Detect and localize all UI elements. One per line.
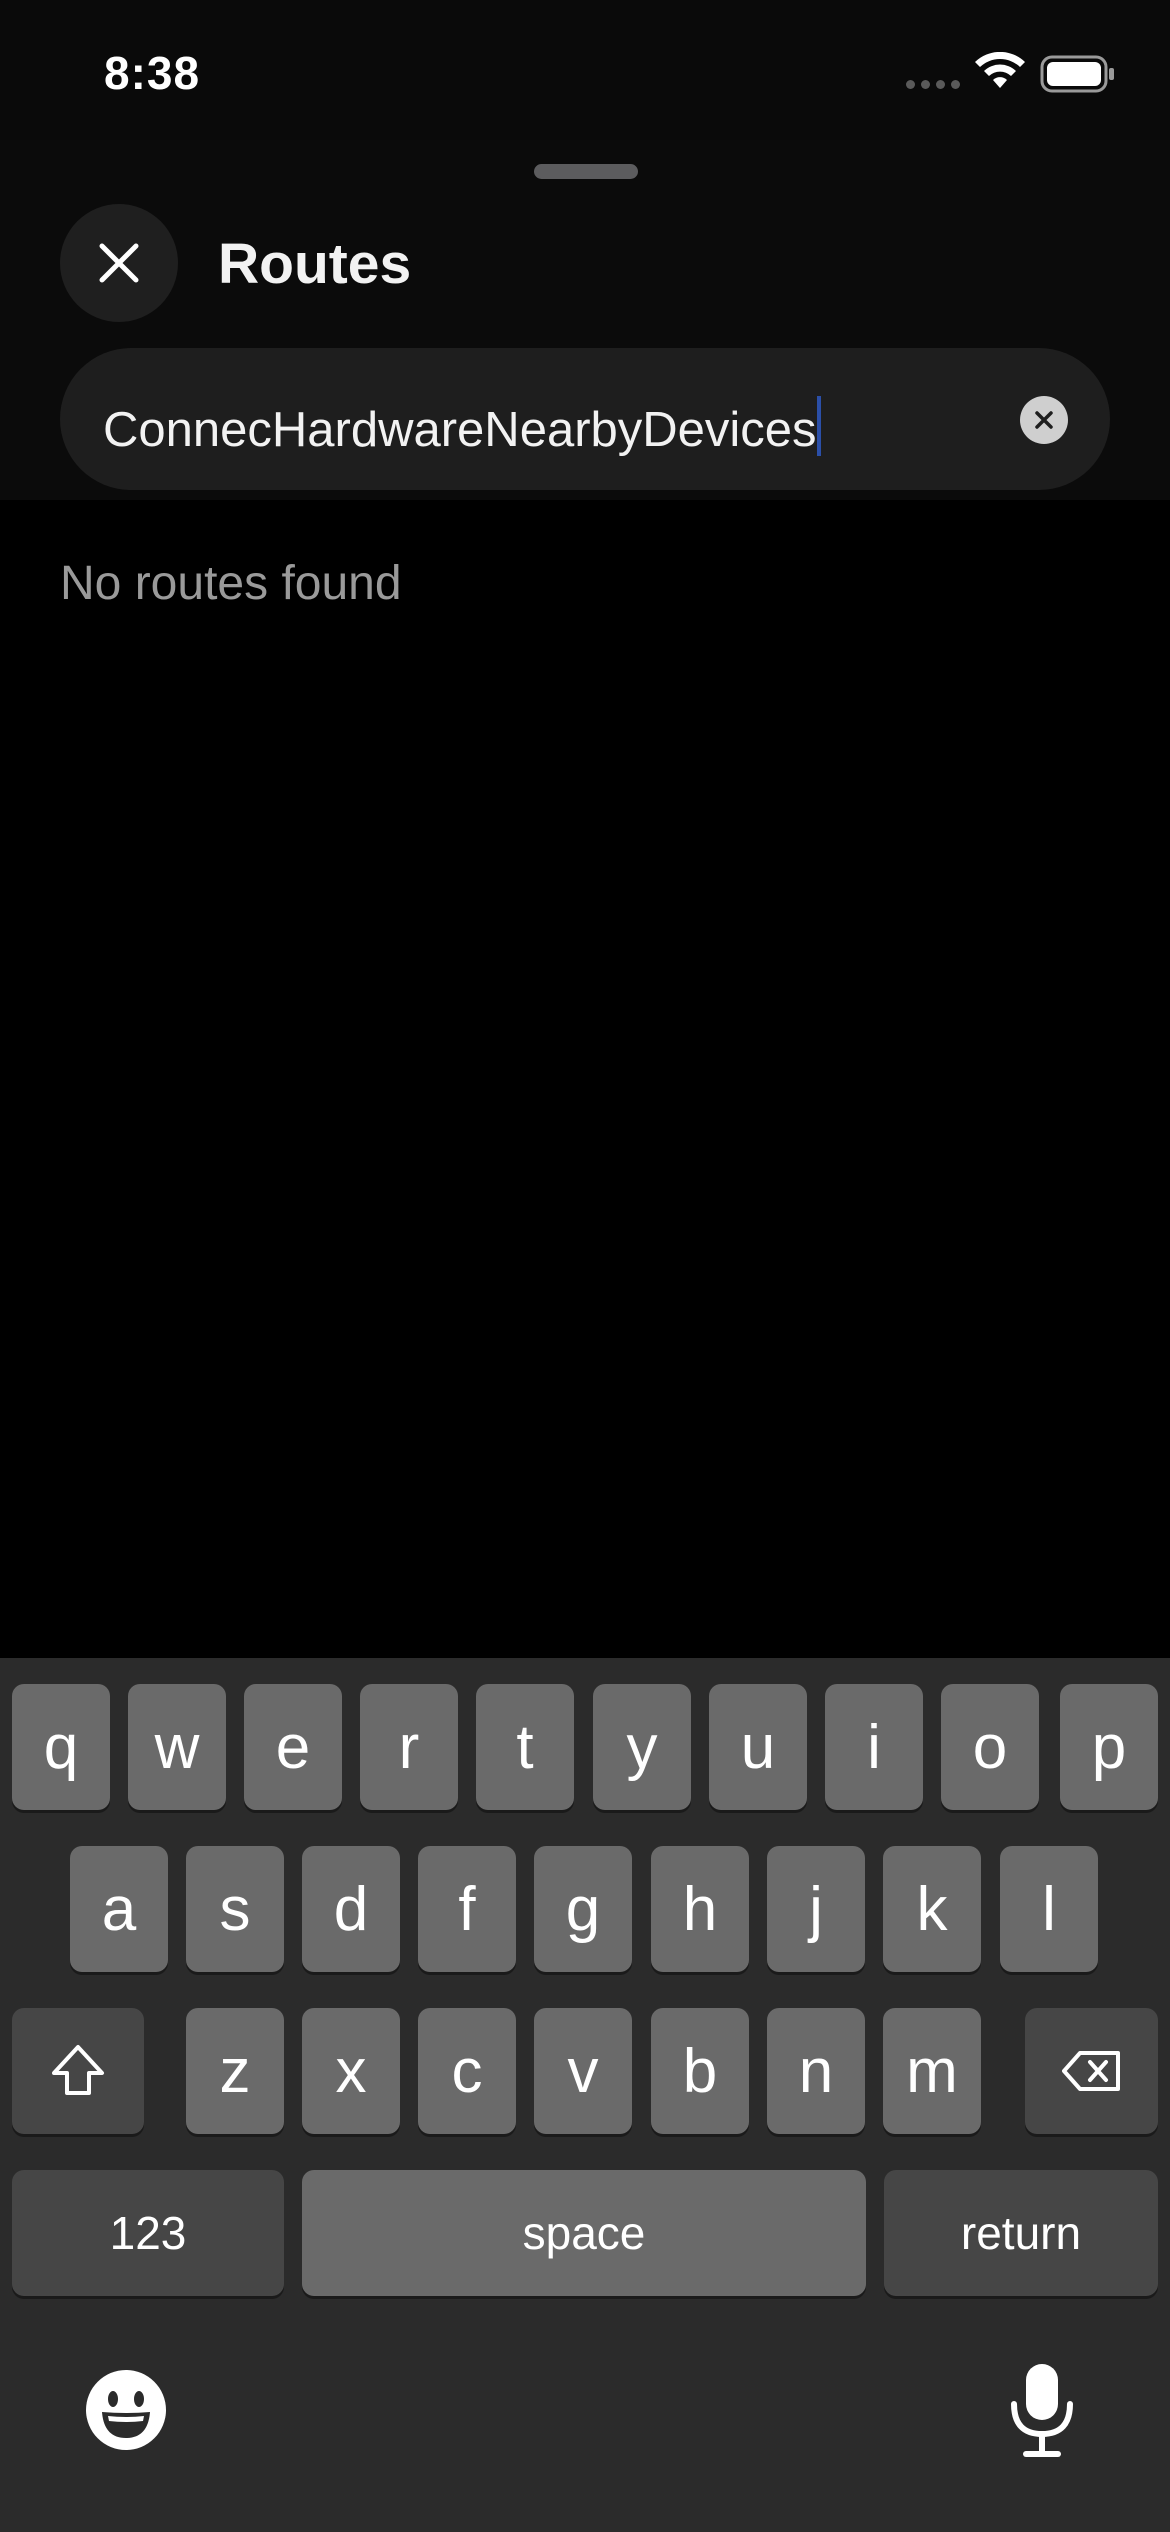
- routes-sheet: Routes ConnecHardwareNearbyDevices No ro…: [0, 140, 1170, 1660]
- shift-icon: [52, 2045, 104, 2095]
- status-bar: 8:38: [0, 0, 1170, 140]
- empty-state-message: No routes found: [60, 557, 402, 610]
- search-input[interactable]: ConnecHardwareNearbyDevices: [60, 348, 1110, 490]
- keyboard: q w e r t y u i o p a s d f g h j k l z …: [0, 1658, 1170, 2532]
- status-time: 8:38: [104, 47, 201, 99]
- key-b[interactable]: b: [651, 2008, 749, 2134]
- wifi-icon: [975, 52, 1025, 88]
- key-m[interactable]: m: [883, 2008, 981, 2134]
- key-x[interactable]: x: [302, 2008, 400, 2134]
- key-y[interactable]: y: [593, 1684, 691, 1810]
- shift-key[interactable]: [12, 2008, 144, 2134]
- cellular-signal-icon: [906, 80, 960, 89]
- key-n[interactable]: n: [767, 2008, 865, 2134]
- sheet-grabber[interactable]: [534, 164, 638, 179]
- key-l[interactable]: l: [1000, 1846, 1098, 1972]
- key-r[interactable]: r: [360, 1684, 458, 1810]
- key-k[interactable]: k: [883, 1846, 981, 1972]
- delete-icon: [1061, 2051, 1120, 2091]
- delete-key[interactable]: [1025, 2008, 1158, 2134]
- key-o[interactable]: o: [941, 1684, 1039, 1810]
- clear-search-button[interactable]: [1020, 396, 1068, 444]
- space-key[interactable]: space: [302, 2170, 866, 2296]
- key-a[interactable]: a: [70, 1846, 168, 1972]
- key-w[interactable]: w: [128, 1684, 226, 1810]
- emoji-icon[interactable]: [84, 2368, 168, 2452]
- key-e[interactable]: e: [244, 1684, 342, 1810]
- key-f[interactable]: f: [418, 1846, 516, 1972]
- close-button[interactable]: [60, 204, 178, 322]
- key-d[interactable]: d: [302, 1846, 400, 1972]
- key-u[interactable]: u: [709, 1684, 807, 1810]
- key-q[interactable]: q: [12, 1684, 110, 1810]
- close-icon: [99, 243, 139, 283]
- key-c[interactable]: c: [418, 2008, 516, 2134]
- key-p[interactable]: p: [1060, 1684, 1158, 1810]
- numbers-key[interactable]: 123: [12, 2170, 284, 2296]
- key-h[interactable]: h: [651, 1846, 749, 1972]
- battery-icon: [1040, 55, 1114, 93]
- microphone-icon[interactable]: [1006, 2362, 1078, 2458]
- key-s[interactable]: s: [186, 1846, 284, 1972]
- key-j[interactable]: j: [767, 1846, 865, 1972]
- clear-icon: [1035, 411, 1053, 429]
- text-caret: [816, 396, 821, 456]
- key-v[interactable]: v: [534, 2008, 632, 2134]
- return-key[interactable]: return: [884, 2170, 1158, 2296]
- search-input-value: ConnecHardwareNearbyDevices: [103, 403, 817, 457]
- sheet-title: Routes: [218, 232, 412, 296]
- key-t[interactable]: t: [476, 1684, 574, 1810]
- sheet-header: Routes ConnecHardwareNearbyDevices: [0, 140, 1170, 500]
- key-z[interactable]: z: [186, 2008, 284, 2134]
- key-g[interactable]: g: [534, 1846, 632, 1972]
- key-i[interactable]: i: [825, 1684, 923, 1810]
